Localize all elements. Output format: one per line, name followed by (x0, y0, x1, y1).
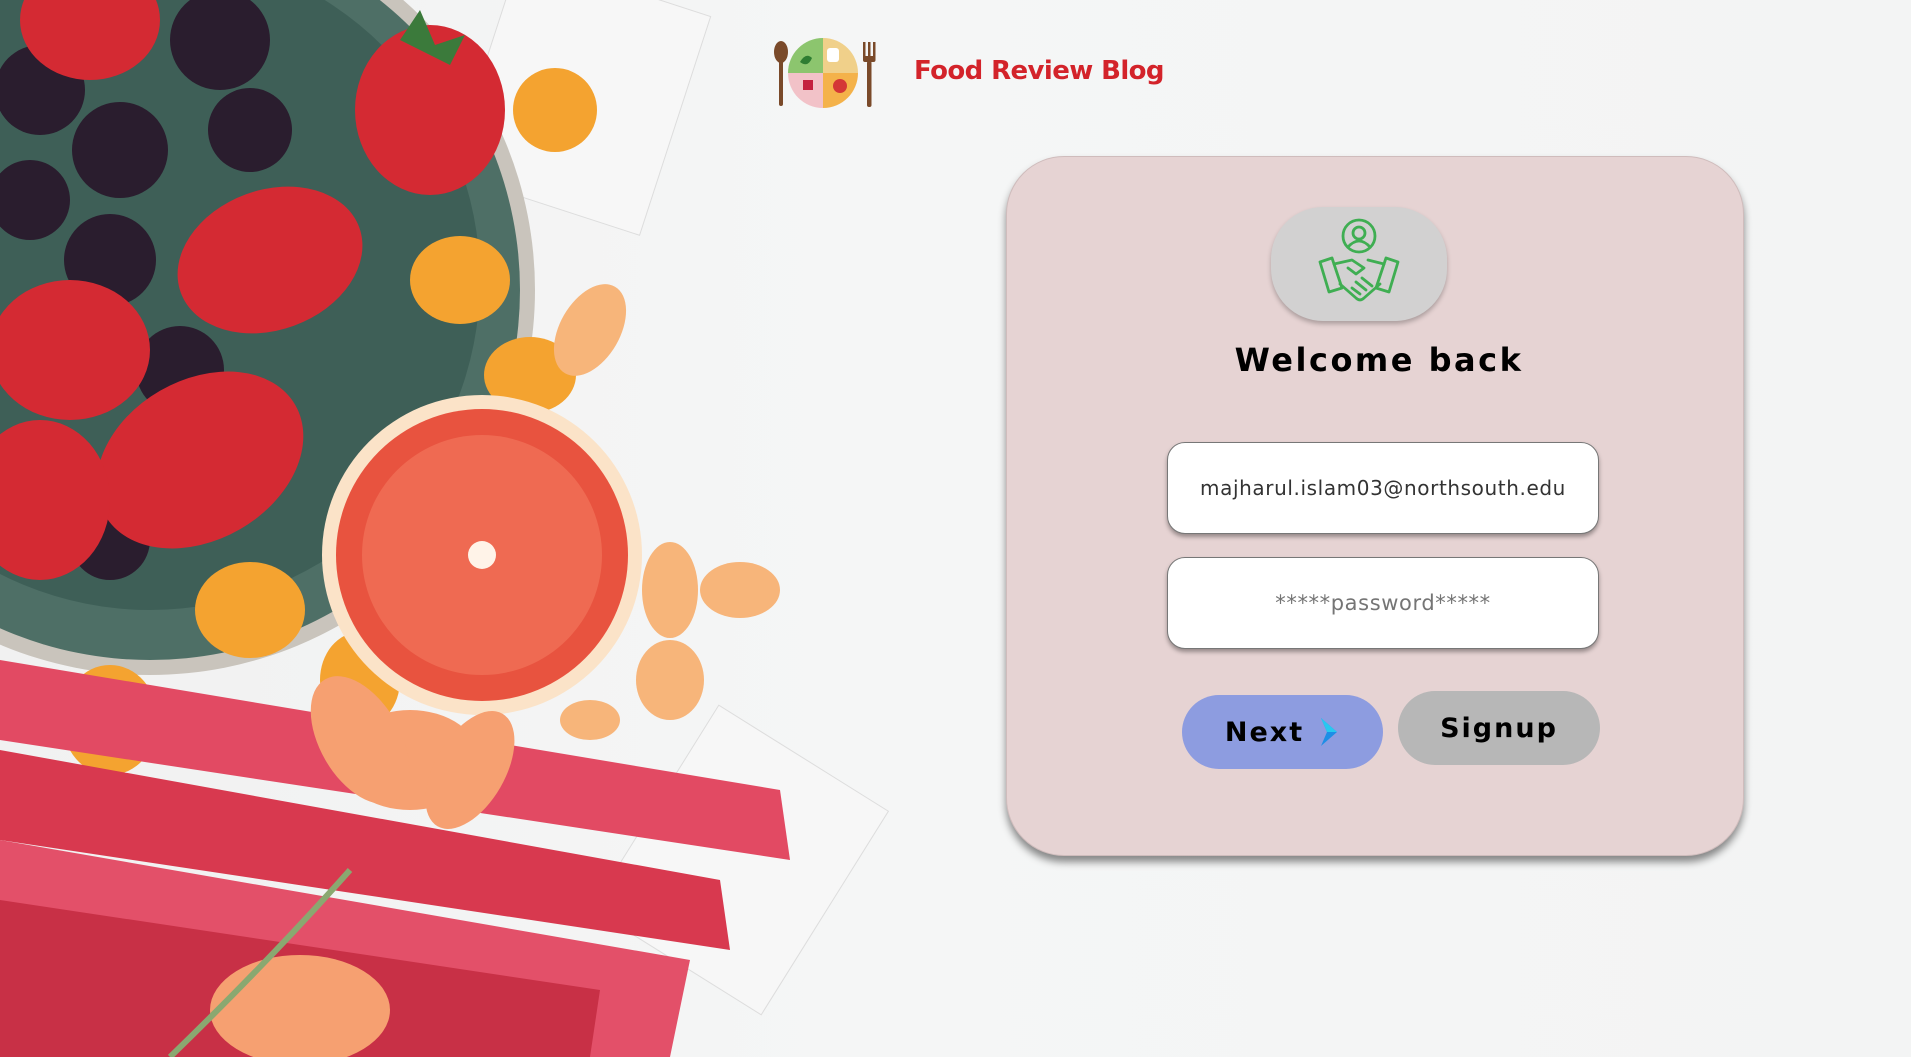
email-field[interactable] (1167, 442, 1599, 534)
next-button[interactable]: Next (1182, 695, 1383, 769)
password-field[interactable] (1167, 557, 1599, 649)
brand-title[interactable]: Food Review Blog (914, 56, 1165, 86)
login-page: Food Review Blog Welcome back majharul.i… (0, 0, 1911, 1057)
next-button-label: Next (1224, 716, 1305, 748)
signup-button[interactable]: Signup (1398, 691, 1600, 765)
avatar-badge (1271, 207, 1447, 321)
plate-logo-icon (774, 38, 876, 108)
handshake-user-icon (1318, 218, 1400, 302)
chevron-right-icon (1318, 716, 1340, 748)
welcome-heading: Welcome back (1234, 341, 1524, 379)
login-card: Welcome back Next Signup (1006, 156, 1744, 856)
food-background-image (0, 0, 890, 1057)
